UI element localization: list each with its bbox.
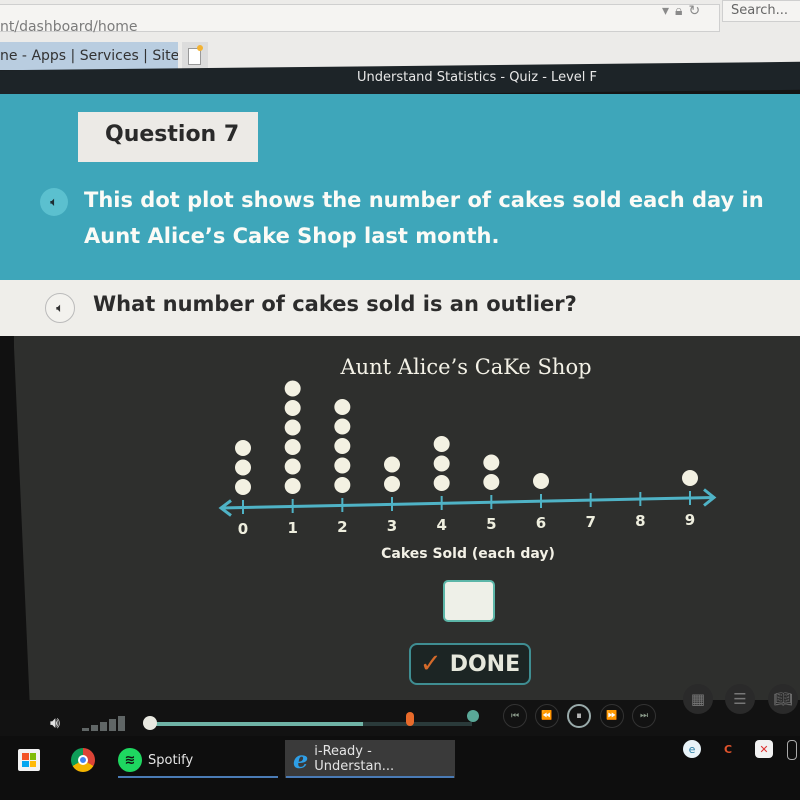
speaker-icon[interactable]: 🔈︎ — [40, 188, 68, 216]
data-dot — [682, 470, 698, 486]
data-dot — [384, 476, 400, 492]
search-input[interactable]: Search... — [722, 0, 800, 22]
data-dot — [483, 474, 500, 490]
tick-labels: 0 1 2 3 4 5 6 7 8 9 — [238, 511, 695, 538]
tick-label: 1 — [287, 519, 297, 537]
glossary-book-icon[interactable]: 📖︎ — [768, 684, 798, 714]
pause-button[interactable]: ⏸ — [567, 704, 591, 728]
volume-slider[interactable] — [82, 716, 125, 731]
data-dot — [384, 456, 400, 473]
tick-label: 0 — [238, 520, 248, 538]
tray-usb-icon[interactable] — [787, 740, 797, 760]
store-icon — [18, 749, 40, 771]
data-dot — [284, 400, 301, 416]
done-label: DONE — [449, 651, 521, 677]
answer-input[interactable] — [443, 580, 495, 622]
data-dot — [334, 457, 351, 474]
new-tab-star-icon — [197, 45, 203, 51]
data-dot — [284, 419, 301, 436]
refresh-icon[interactable]: ↻ — [688, 3, 700, 19]
browser-tab[interactable]: ne - Apps | Services | Sites — [0, 42, 178, 70]
running-indicator — [118, 776, 278, 778]
tick-label: 7 — [585, 513, 595, 531]
skip-back-button[interactable]: ⏮ — [503, 704, 527, 728]
data-dot — [334, 399, 351, 415]
dropdown-icon[interactable]: ▾ — [662, 3, 669, 19]
data-dot — [235, 440, 251, 456]
data-dot — [433, 455, 450, 472]
question-prompt: This dot plot shows the number of cakes … — [84, 188, 764, 248]
progress-track[interactable] — [150, 722, 472, 726]
progress-start-handle[interactable] — [143, 716, 157, 730]
taskbar-label: Spotify — [148, 752, 194, 768]
fast-forward-button[interactable]: ⏩ — [600, 704, 624, 728]
data-dot — [235, 459, 251, 476]
tick-label: 3 — [387, 517, 397, 535]
data-dot — [334, 438, 351, 454]
progress-fill — [150, 722, 364, 726]
taskbar-label: i-Ready - Understan... — [314, 744, 395, 774]
chrome-icon — [71, 748, 95, 772]
chart-title: Aunt Alice’s CaKe Shop — [339, 355, 591, 379]
data-dot — [284, 380, 301, 397]
tray-edge-icon[interactable]: e — [683, 740, 701, 758]
progress-marker[interactable] — [406, 712, 414, 726]
tray-security-icon[interactable]: ✕ — [755, 740, 773, 758]
app-title: Understand Statistics - Quiz - Level F — [357, 70, 597, 85]
address-bar-icons: ▾ 🔒︎ ↻ — [662, 3, 700, 19]
dot-plot: Aunt Alice’s CaKe Shop 0 1 2 3 4 5 6 7 8 9 Cakes … — [218, 355, 717, 562]
taskbar-spotify[interactable]: ≋ Spotify — [118, 742, 278, 778]
tick-label: 9 — [685, 511, 695, 529]
url-text[interactable]: nt/dashboard/home — [0, 19, 138, 35]
checkmark-icon: ✓ — [419, 649, 442, 679]
data-dot — [483, 454, 500, 471]
tick-label: 4 — [436, 516, 446, 534]
data-dot — [334, 477, 351, 493]
data-dot — [334, 418, 351, 435]
running-indicator — [286, 776, 454, 778]
new-tab-button[interactable] — [182, 42, 208, 70]
data-dot — [284, 439, 301, 455]
question-text: What number of cakes sold is an outlier? — [93, 292, 577, 316]
progress-end-handle[interactable] — [467, 710, 479, 722]
skip-forward-button[interactable]: ⏭ — [632, 704, 656, 728]
data-dot — [284, 478, 301, 494]
volume-icon[interactable]: 🔊︎ — [50, 713, 60, 733]
tick-label: 2 — [337, 518, 347, 536]
done-button[interactable]: ✓ DONE — [409, 643, 531, 685]
dots — [235, 380, 698, 495]
x-axis-label: Cakes Sold (each day) — [381, 546, 555, 562]
tick-label: 5 — [486, 515, 496, 533]
ie-icon: e — [293, 744, 309, 774]
lock-icon: 🔒︎ — [675, 3, 683, 19]
notepad-icon[interactable]: ☰ — [725, 684, 755, 714]
data-dot — [533, 473, 549, 489]
data-dot — [433, 475, 450, 491]
question-number: Question 7 — [105, 122, 240, 147]
spotify-icon: ≋ — [118, 748, 142, 772]
tick-label: 8 — [635, 512, 645, 530]
tick-label: 6 — [536, 514, 546, 532]
data-dot — [433, 436, 450, 452]
rewind-button[interactable]: ⏪ — [535, 704, 559, 728]
taskbar-store[interactable] — [18, 742, 40, 778]
taskbar-chrome[interactable] — [71, 742, 95, 778]
data-dot — [284, 458, 301, 475]
taskbar-ie[interactable]: e i-Ready - Understan... — [285, 740, 455, 778]
tray-ccleaner-icon[interactable]: C — [719, 740, 737, 758]
calculator-icon[interactable]: ▦ — [683, 684, 713, 714]
data-dot — [235, 479, 251, 495]
speaker-icon[interactable]: 🔈︎ — [45, 293, 75, 323]
